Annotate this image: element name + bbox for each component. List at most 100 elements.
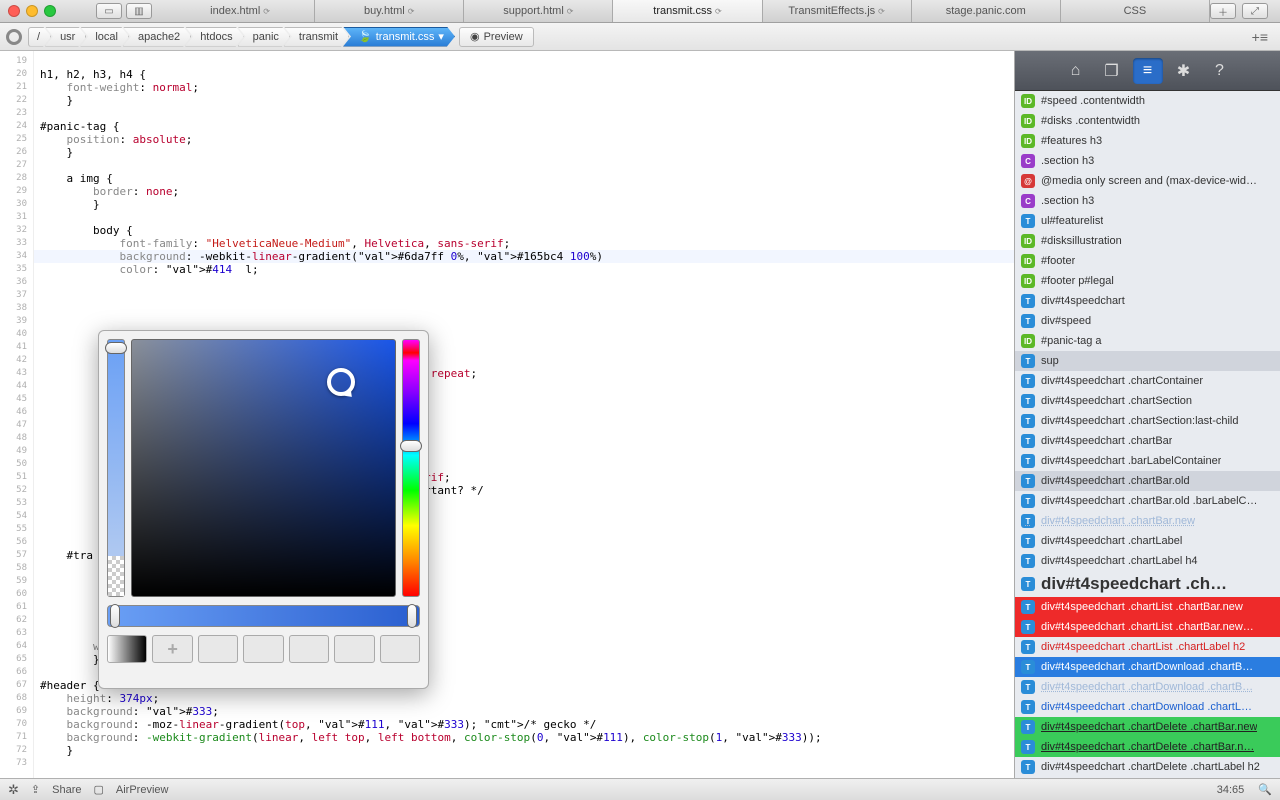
cursor-position: 34:65 xyxy=(1217,784,1245,796)
swatch-add[interactable]: + xyxy=(152,635,192,663)
symbol-item[interactable]: Tdiv#t4speedchart .chartBar xyxy=(1015,431,1280,451)
path-bar: /usrlocalapache2htdocspanictransmit🍃tran… xyxy=(0,23,1280,51)
airpreview-label[interactable]: AirPreview xyxy=(116,784,169,796)
document-tab[interactable]: support.html⟳ xyxy=(464,0,613,22)
symbol-item[interactable]: Tdiv#speed xyxy=(1015,311,1280,331)
symbol-item[interactable]: Tdiv#t4speedchart .chartDownload .chartB… xyxy=(1015,657,1280,677)
zoom-window-button[interactable] xyxy=(44,5,56,17)
add-tab-button[interactable]: ＋ xyxy=(1210,3,1236,19)
path-segment[interactable]: local xyxy=(80,27,129,47)
symbol-item[interactable]: Tdiv#t4speedchart .chartList .chartBar.n… xyxy=(1015,617,1280,637)
gear-icon[interactable]: ✲ xyxy=(8,782,19,798)
color-loupe[interactable] xyxy=(327,368,355,396)
symbol-item[interactable]: ID#features h3 xyxy=(1015,131,1280,151)
swatch-empty[interactable] xyxy=(289,635,329,663)
document-tab[interactable]: transmit.css⟳ xyxy=(613,0,762,22)
hue-slider[interactable] xyxy=(402,339,420,597)
files-icon[interactable]: ❐ xyxy=(1097,58,1127,84)
swatch-row: + xyxy=(107,635,420,663)
home-icon[interactable]: ⌂ xyxy=(1061,58,1091,84)
symbol-item[interactable]: ID#disks .contentwidth xyxy=(1015,111,1280,131)
symbol-item[interactable]: @@media only screen and (max-device-wid… xyxy=(1015,171,1280,191)
symbol-item[interactable]: Tdiv#t4speedchart .chartList .chartBar.n… xyxy=(1015,597,1280,617)
add-path-button[interactable]: +≡ xyxy=(1252,29,1268,45)
symbol-item[interactable]: Tul#featurelist xyxy=(1015,211,1280,231)
path-segment[interactable]: usr xyxy=(45,27,86,47)
symbol-item[interactable]: Tdiv#t4speedchart .chartSection xyxy=(1015,391,1280,411)
symbol-item[interactable]: C.section h3 xyxy=(1015,191,1280,211)
document-tab[interactable]: stage.panic.com xyxy=(912,0,1061,22)
alpha-slider-vertical[interactable] xyxy=(107,339,125,597)
preview-button[interactable]: ◉ Preview xyxy=(459,27,534,47)
editor[interactable]: 1920212223242526272829303132333435363738… xyxy=(0,51,1014,778)
titlebar: ▭ ▥ index.html⟳buy.html⟳support.html⟳tra… xyxy=(0,0,1280,23)
symbol-item[interactable]: Tdiv#t4speedchart .chartDownload .chartB… xyxy=(1015,677,1280,697)
slider-thumb-right[interactable] xyxy=(407,604,417,628)
slider-thumb-left[interactable] xyxy=(110,604,120,628)
symbol-item[interactable]: Tdiv#t4speedchart .chartBar.new xyxy=(1015,511,1280,531)
help-icon[interactable]: ? xyxy=(1205,58,1235,84)
symbol-item[interactable]: Tdiv#t4speedchart .chartLabel h4 xyxy=(1015,551,1280,571)
swatch-empty[interactable] xyxy=(243,635,283,663)
symbol-item[interactable]: Tdiv#t4speedchart .ch… xyxy=(1015,571,1280,597)
color-picker[interactable]: + xyxy=(98,330,429,689)
toolbar-button[interactable]: ▥ xyxy=(126,3,152,19)
symbol-item[interactable]: ID#footer xyxy=(1015,251,1280,271)
share-label[interactable]: Share xyxy=(52,784,81,796)
symbol-item[interactable]: ID#disksillustration xyxy=(1015,231,1280,251)
preview-label: Preview xyxy=(484,31,523,43)
color-field[interactable] xyxy=(131,339,396,597)
swatch-empty[interactable] xyxy=(334,635,374,663)
symbol-item[interactable]: Tdiv#t4speedchart .chartDelete .chartLab… xyxy=(1015,757,1280,777)
hue-thumb[interactable] xyxy=(400,440,422,452)
path-segment[interactable]: panic xyxy=(238,27,290,47)
document-tab[interactable]: CSS xyxy=(1061,0,1210,22)
document-tab[interactable]: buy.html⟳ xyxy=(315,0,464,22)
path-segment[interactable]: transmit xyxy=(284,27,349,47)
symbol-item[interactable]: C.section h3 xyxy=(1015,151,1280,171)
swatch-gradient[interactable] xyxy=(107,635,147,663)
symbol-item[interactable]: ID#speed .contentwidth xyxy=(1015,91,1280,111)
navigator-sidebar: ⌂ ❐ ≡ ✱ ? ID#speed .contentwidthID#disks… xyxy=(1014,51,1280,778)
eye-icon: ◉ xyxy=(470,30,480,43)
symbol-list[interactable]: ID#speed .contentwidthID#disks .contentw… xyxy=(1015,91,1280,778)
search-icon[interactable]: 🔍 xyxy=(1258,783,1272,796)
device-icon[interactable]: ▢ xyxy=(93,783,103,796)
symbol-item[interactable]: Tdiv#t4speedchart .chartDelete .chartBar… xyxy=(1015,737,1280,757)
traffic-lights xyxy=(8,5,56,17)
fullscreen-button[interactable]: ⤢ xyxy=(1242,3,1268,19)
sidebar-toggle-button[interactable]: ▭ xyxy=(96,3,122,19)
symbol-item[interactable]: Tdiv#t4speedchart xyxy=(1015,291,1280,311)
symbol-item[interactable]: Tdiv#t4speedchart .chartLabel xyxy=(1015,531,1280,551)
symbol-item[interactable]: Tdiv#t4speedchart .chartContainer xyxy=(1015,371,1280,391)
symbol-item[interactable]: Tdiv#t4speedchart .chartDelete .chartBar… xyxy=(1015,717,1280,737)
path-segment[interactable]: htdocs xyxy=(185,27,243,47)
main-area: 1920212223242526272829303132333435363738… xyxy=(0,51,1280,778)
symbol-item[interactable]: ID#panic-tag a xyxy=(1015,331,1280,351)
sidebar-toolbar: ⌂ ❐ ≡ ✱ ? xyxy=(1015,51,1280,91)
swatch-empty[interactable] xyxy=(198,635,238,663)
alpha-thumb[interactable] xyxy=(105,342,127,354)
symbol-item[interactable]: Tdiv#t4speedchart .chartBar.old .barLabe… xyxy=(1015,491,1280,511)
symbols-icon[interactable]: ≡ xyxy=(1133,58,1163,84)
share-icon[interactable]: ⇪ xyxy=(31,783,40,796)
path-segment[interactable]: 🍃transmit.css ▾ xyxy=(343,27,455,47)
line-gutter: 1920212223242526272829303132333435363738… xyxy=(0,51,34,778)
alpha-slider-horizontal[interactable] xyxy=(107,605,420,627)
symbol-item[interactable]: Tdiv#t4speedchart .chartBar.old xyxy=(1015,471,1280,491)
path-root-icon[interactable] xyxy=(6,29,22,45)
symbol-item[interactable]: ID#footer p#legal xyxy=(1015,271,1280,291)
symbol-item[interactable]: Tdiv#t4speedchart .barLabelContainer xyxy=(1015,451,1280,471)
document-tabs: index.html⟳buy.html⟳support.html⟳transmi… xyxy=(166,0,1210,22)
symbol-item[interactable]: Tdiv#t4speedchart .chartList .chartLabel… xyxy=(1015,637,1280,657)
document-tab[interactable]: index.html⟳ xyxy=(166,0,315,22)
symbol-item[interactable]: Tsup xyxy=(1015,351,1280,371)
symbol-item[interactable]: Tdiv#t4speedchart .chartDownload .chartL… xyxy=(1015,697,1280,717)
close-window-button[interactable] xyxy=(8,5,20,17)
minimize-window-button[interactable] xyxy=(26,5,38,17)
swatch-empty[interactable] xyxy=(380,635,420,663)
star-icon[interactable]: ✱ xyxy=(1169,58,1199,84)
path-segment[interactable]: apache2 xyxy=(123,27,191,47)
symbol-item[interactable]: Tdiv#t4speedchart .chartSection:last-chi… xyxy=(1015,411,1280,431)
document-tab[interactable]: TransmitEffects.js⟳ xyxy=(763,0,912,22)
